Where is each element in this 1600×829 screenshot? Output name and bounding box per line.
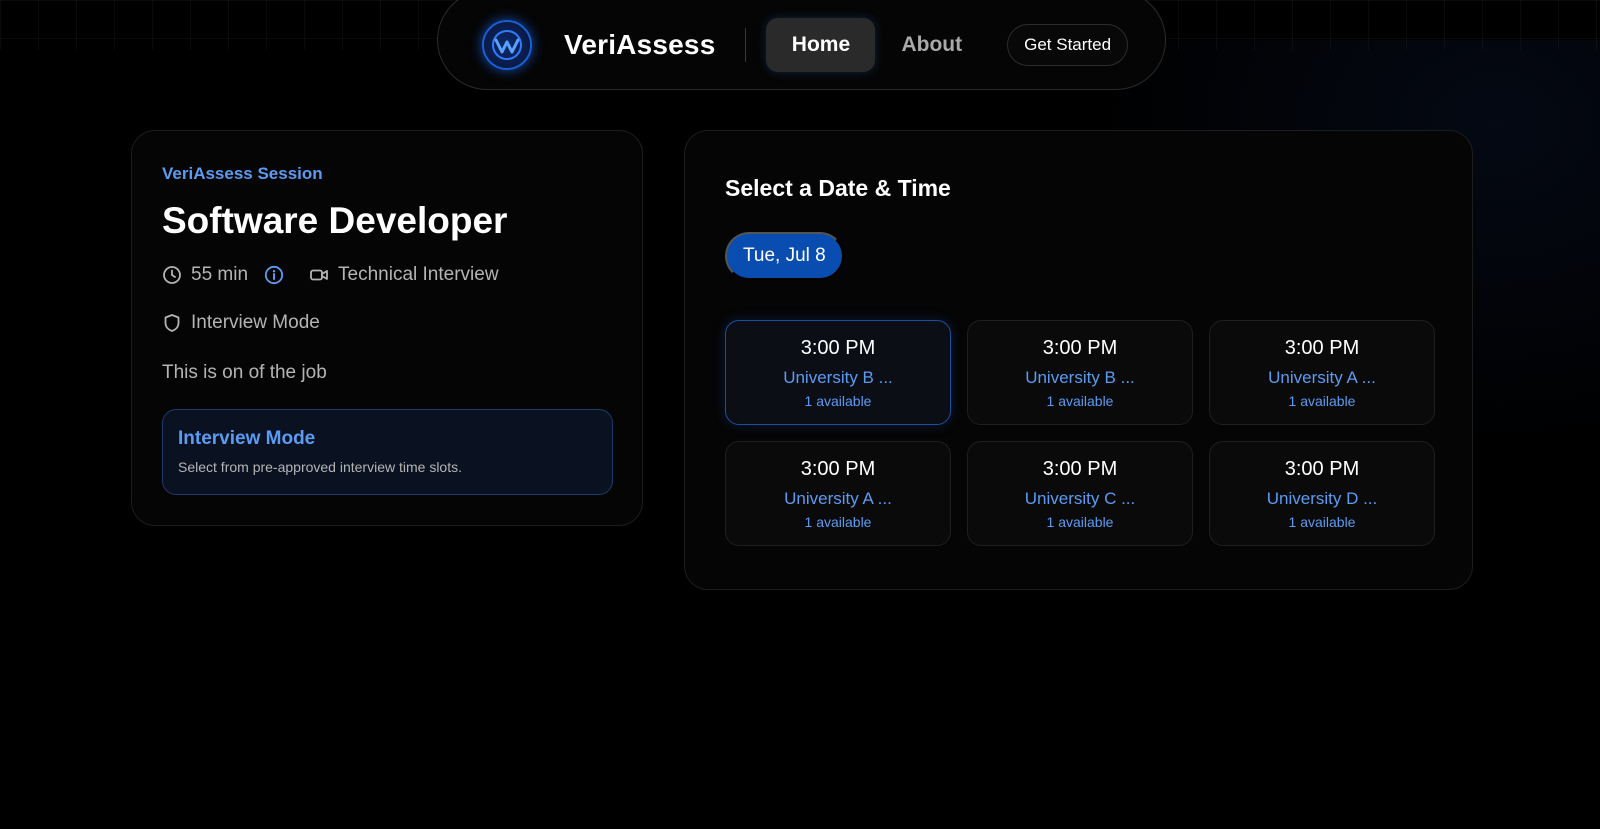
mode-box-subtitle: Select from pre-approved interview time …	[178, 459, 462, 475]
slot-availability: 1 available	[804, 513, 872, 530]
slot-university: University A ...	[1268, 367, 1376, 387]
video-camera-icon	[309, 265, 329, 285]
time-slot-grid: 3:00 PM University B ... 1 available 3:0…	[725, 320, 1435, 546]
duration-text: 55 min	[191, 264, 249, 285]
brand-name[interactable]: VeriAssess	[564, 29, 715, 61]
interview-type-text: Technical Interview	[338, 264, 499, 285]
page-title: Software Developer	[162, 200, 508, 241]
top-navbar: VeriAssess Home About Get Started	[437, 0, 1166, 90]
session-description: This is on of the job	[162, 362, 327, 383]
nav-divider	[745, 28, 747, 62]
slot-time: 3:00 PM	[1284, 336, 1360, 359]
scheduler-title: Select a Date & Time	[725, 175, 951, 201]
slot-university: University C ...	[1024, 488, 1136, 508]
time-slot[interactable]: 3:00 PM University A ... 1 available	[725, 441, 951, 546]
slot-time: 3:00 PM	[800, 336, 876, 359]
time-slot[interactable]: 3:00 PM University A ... 1 available	[1209, 320, 1435, 425]
slot-university: University A ...	[784, 488, 892, 508]
slot-time: 3:00 PM	[800, 457, 876, 480]
mode-text: Interview Mode	[191, 312, 320, 333]
slot-availability: 1 available	[1046, 513, 1114, 530]
time-slot[interactable]: 3:00 PM University B ... 1 available	[967, 320, 1193, 425]
slot-university: University D ...	[1266, 488, 1378, 508]
slot-availability: 1 available	[1046, 392, 1114, 409]
mode-box-title: Interview Mode	[178, 428, 316, 449]
scheduler-card: Select a Date & Time Tue, Jul 8 3:00 PM …	[684, 130, 1473, 590]
slot-time: 3:00 PM	[1284, 457, 1360, 480]
slot-university: University B ...	[1025, 367, 1135, 387]
time-slot[interactable]: 3:00 PM University D ... 1 available	[1209, 441, 1435, 546]
time-slot[interactable]: 3:00 PM University B ... 1 available	[725, 320, 951, 425]
session-meta-row: 55 min Technical Interview	[162, 264, 612, 286]
nav-home-link[interactable]: Home	[766, 18, 876, 72]
slot-time: 3:00 PM	[1042, 457, 1118, 480]
slot-availability: 1 available	[1288, 392, 1356, 409]
veriassess-logo-icon[interactable]	[482, 20, 532, 70]
nav-about-link[interactable]: About	[901, 33, 962, 57]
session-info-card: VeriAssess Session Software Developer 55…	[131, 130, 643, 526]
time-slot[interactable]: 3:00 PM University C ... 1 available	[967, 441, 1193, 546]
interview-mode-box: Interview Mode Select from pre-approved …	[162, 409, 613, 495]
slot-availability: 1 available	[804, 392, 872, 409]
session-label: VeriAssess Session	[162, 164, 323, 183]
slot-time: 3:00 PM	[1042, 336, 1118, 359]
slot-university: University B ...	[783, 367, 893, 387]
slot-availability: 1 available	[1288, 513, 1356, 530]
get-started-button[interactable]: Get Started	[1007, 24, 1129, 66]
shield-icon	[162, 313, 182, 333]
date-pill-selected[interactable]: Tue, Jul 8	[725, 232, 844, 280]
clock-icon	[162, 265, 182, 285]
mode-row: Interview Mode	[162, 312, 612, 334]
info-icon[interactable]	[264, 265, 284, 285]
